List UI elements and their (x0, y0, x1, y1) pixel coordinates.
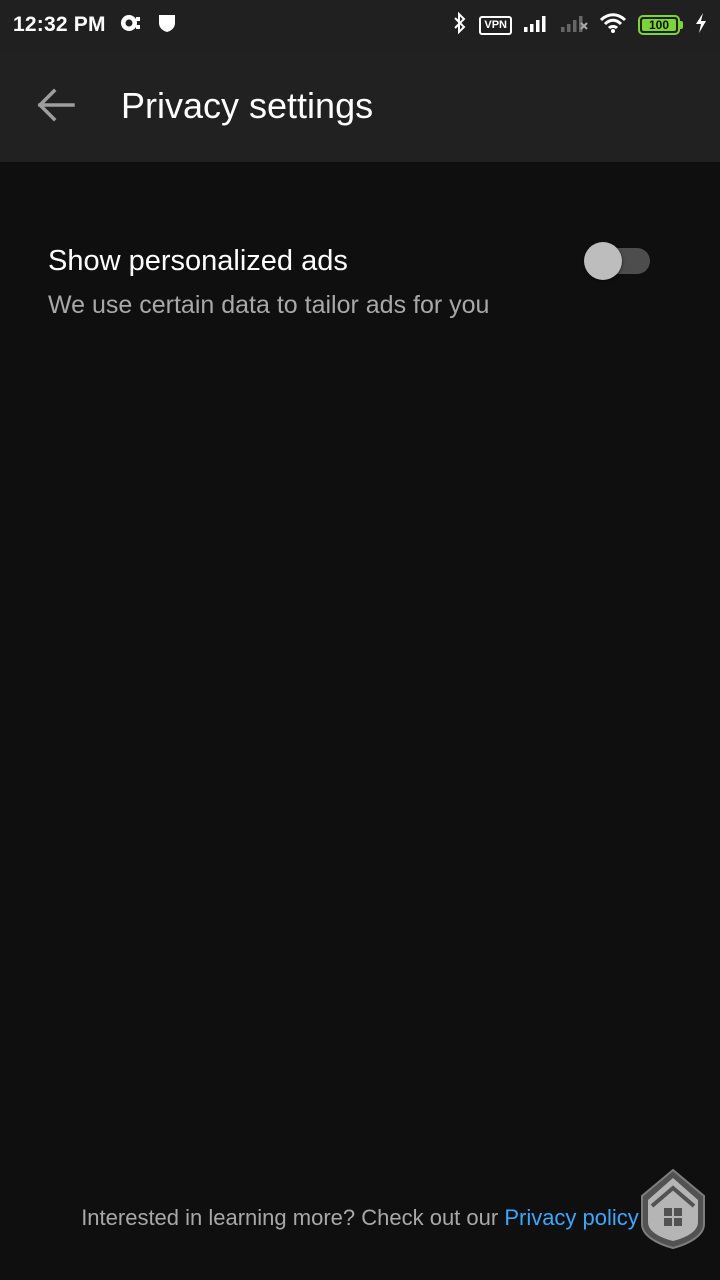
personalized-ads-toggle[interactable] (584, 242, 652, 280)
notification-icon (118, 12, 144, 39)
setting-description: We use certain data to tailor ads for yo… (48, 291, 490, 319)
privacy-policy-link[interactable]: Privacy policy (504, 1205, 638, 1230)
battery-tip (680, 21, 683, 29)
footer-text: Interested in learning more? Check out o… (81, 1205, 505, 1230)
battery-level: 100 (642, 18, 676, 32)
setting-row-personalized-ads[interactable]: Show personalized ads We use certain dat… (48, 240, 668, 360)
vpn-badge: VPN (479, 15, 512, 35)
wifi-icon (599, 12, 627, 39)
shield-icon (156, 12, 178, 39)
signal-icon (523, 13, 549, 38)
status-bar: 12:32 PM VPN 100 (0, 0, 720, 50)
status-bar-right: VPN 100 (452, 11, 708, 40)
battery-indicator: 100 (638, 15, 683, 35)
footer: Interested in learning more? Check out o… (0, 1200, 720, 1236)
toggle-thumb (584, 242, 622, 280)
arrow-back-icon (35, 87, 75, 128)
charging-icon (694, 12, 708, 39)
setting-title: Show personalized ads (48, 245, 348, 277)
page-title: Privacy settings (121, 85, 374, 126)
status-bar-left: 12:32 PM (13, 12, 178, 39)
bluetooth-icon (452, 11, 468, 40)
status-time: 12:32 PM (13, 13, 106, 36)
house-shield-icon (638, 1166, 708, 1250)
back-button[interactable] (30, 82, 80, 132)
app-bar: Privacy settings (0, 50, 720, 162)
signal-off-icon (560, 13, 588, 38)
battery-body: 100 (638, 15, 680, 35)
